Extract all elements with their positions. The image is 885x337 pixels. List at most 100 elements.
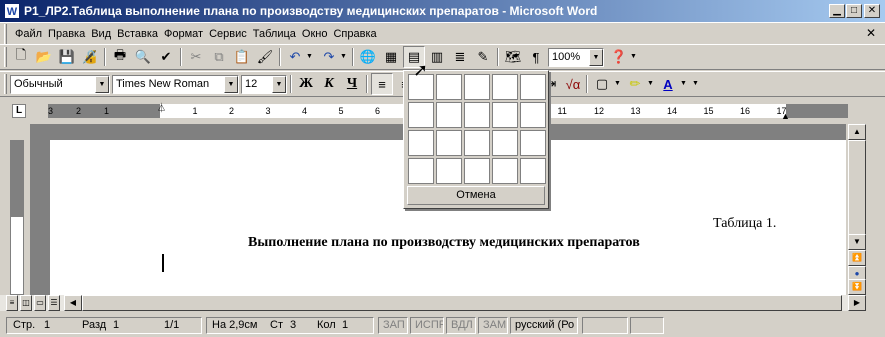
table-grid-cell[interactable] [436,130,462,156]
web-view-icon[interactable]: ◫ [20,295,32,311]
permission-icon[interactable]: 🔏 [79,46,101,68]
tab-selector-icon[interactable]: L [12,104,26,118]
previous-page-icon[interactable]: ⏫ [848,250,866,266]
chevron-down-icon[interactable]: ▼ [589,49,603,66]
menu-item-4[interactable]: Формат [161,24,206,44]
show-formatting-icon[interactable]: ¶ [525,46,547,68]
vertical-scrollbar[interactable]: ▲ ▼ ⏫ ● ⏬ [848,124,866,295]
document-map-icon[interactable]: 🗺 [502,46,524,68]
font-color-dropdown-icon[interactable]: ▼ [680,80,687,87]
toolbar-grip[interactable] [4,74,7,94]
table-grid-cell[interactable] [408,102,434,128]
table-grid-cell[interactable] [492,102,518,128]
horizontal-scrollbar[interactable]: ≡ ◫ ▭ ☰ ◀ ▶ [0,295,866,311]
open-folder-icon[interactable]: 📂 [33,46,55,68]
word-app-icon[interactable]: W [4,3,20,19]
table-grid-cell[interactable] [408,130,434,156]
cancel-button[interactable]: Отмена [407,186,545,205]
new-document-icon[interactable]: 🗋 [10,46,32,68]
table-grid-cell[interactable] [492,158,518,184]
cut-icon[interactable]: ✂ [185,46,207,68]
font-size-select[interactable]: 12 ▼ [241,75,287,94]
vertical-ruler[interactable] [10,140,24,295]
table-grid-cell[interactable] [464,74,490,100]
table-grid-cell[interactable] [520,102,546,128]
scroll-up-icon[interactable]: ▲ [848,124,866,140]
status-language[interactable]: русский (Ро [510,317,578,334]
zoom-select[interactable]: 100% ▼ [548,48,604,67]
font-color-icon[interactable]: A [657,73,679,95]
minimize-button[interactable]: ▁ [829,4,845,18]
menu-grip[interactable] [4,24,7,44]
toolbar-options-icon[interactable]: ▼ [692,80,699,87]
menu-item-0[interactable]: Файл [12,24,45,44]
undo-dropdown-icon[interactable]: ▼ [306,53,313,60]
table-grid-cell[interactable] [464,158,490,184]
table-grid-cell[interactable] [520,158,546,184]
tables-borders-icon[interactable]: ▦ [380,46,402,68]
indent-marker-icon[interactable]: ⏃ [157,101,166,114]
status-rec[interactable]: ЗАП [378,317,408,334]
redo-icon[interactable]: ↷ [318,46,340,68]
menu-item-2[interactable]: Вид [88,24,114,44]
print-preview-icon[interactable]: 🔍 [132,46,154,68]
insert-table-grid[interactable]: Отмена [403,70,549,209]
next-page-icon[interactable]: ⏬ [848,279,866,295]
insert-excel-icon[interactable]: ▥ [426,46,448,68]
normal-view-icon[interactable]: ≡ [6,295,18,311]
drawing-icon[interactable]: ✎ [472,46,494,68]
horizontal-scroll-thumb[interactable] [82,295,842,311]
italic-button[interactable]: К [318,73,340,95]
scroll-right-icon[interactable]: ▶ [848,295,866,311]
borders-dropdown-icon[interactable]: ▼ [614,80,621,87]
menu-item-6[interactable]: Таблица [250,24,299,44]
help-icon[interactable]: ❓ [608,46,630,68]
menu-item-1[interactable]: Правка [45,24,88,44]
table-grid-cell[interactable] [520,74,546,100]
highlight-icon[interactable]: ✏ [624,73,646,95]
print-icon[interactable]: 🖶 [109,46,131,68]
chevron-down-icon[interactable]: ▼ [95,76,109,93]
status-trk[interactable]: ИСПР [410,317,444,334]
bold-button[interactable]: Ж [295,73,317,95]
align-left-icon[interactable]: ≡ [371,73,393,95]
outline-view-icon[interactable]: ☰ [48,295,60,311]
menu-item-5[interactable]: Сервис [206,24,250,44]
toolbar-options-icon[interactable]: ▼ [630,53,637,60]
table-grid-cell[interactable] [408,158,434,184]
print-view-icon[interactable]: ▭ [34,295,46,311]
menu-item-3[interactable]: Вставка [114,24,161,44]
font-select[interactable]: Times New Roman ▼ [112,75,239,94]
maximize-button[interactable]: □ [846,4,862,18]
chevron-down-icon[interactable]: ▼ [224,76,238,93]
borders-icon[interactable]: ▢ [591,73,613,95]
table-grid-cell[interactable] [520,130,546,156]
save-icon[interactable]: 💾 [56,46,78,68]
highlight-dropdown-icon[interactable]: ▼ [647,80,654,87]
status-ext[interactable]: ВДЛ [446,317,476,334]
table-grid-cell[interactable] [436,102,462,128]
underline-button[interactable]: Ч [341,73,363,95]
scroll-down-icon[interactable]: ▼ [848,234,866,250]
scroll-left-icon[interactable]: ◀ [64,295,82,311]
undo-icon[interactable]: ↶ [284,46,306,68]
table-grid-cell[interactable] [436,74,462,100]
paste-icon[interactable]: 📋 [231,46,253,68]
table-grid-cell[interactable] [464,102,490,128]
redo-dropdown-icon[interactable]: ▼ [340,53,347,60]
chevron-down-icon[interactable]: ▼ [272,76,286,93]
columns-icon[interactable]: ≣ [449,46,471,68]
table-grid-cell[interactable] [464,130,490,156]
format-painter-icon[interactable]: 🖌 [254,46,276,68]
toolbar-grip[interactable] [4,47,7,67]
table-grid-cell[interactable] [436,158,462,184]
spelling-icon[interactable]: ✔ [155,46,177,68]
close-button[interactable]: ✕ [864,4,880,18]
hyperlink-icon[interactable]: 🌐 [357,46,379,68]
table-grid-cell[interactable] [492,130,518,156]
status-ovr[interactable]: ЗАМ [478,317,508,334]
menu-item-8[interactable]: Справка [330,24,379,44]
menu-item-7[interactable]: Окно [299,24,331,44]
style-select[interactable]: Обычный ▼ [10,75,110,94]
equation-icon[interactable]: √α [562,73,584,95]
